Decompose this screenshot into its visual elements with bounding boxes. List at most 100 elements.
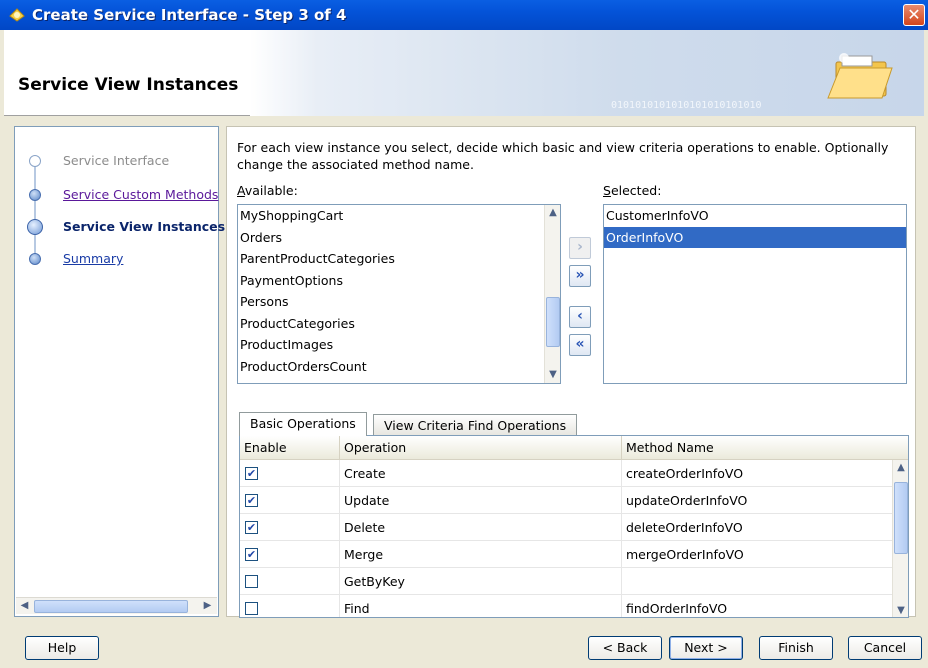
step-service-custom-methods[interactable]: Service Custom Methods (27, 185, 219, 205)
wizard-banner: Service View Instances 01010101010101010… (4, 30, 924, 116)
scroll-right-icon[interactable]: ▶ (200, 599, 215, 614)
list-item[interactable]: Persons (238, 291, 560, 313)
method-name-cell[interactable]: updateOrderInfoVO (622, 487, 894, 514)
step-label: Summary (63, 251, 124, 266)
operation-cell: Create (340, 460, 622, 487)
method-name-cell[interactable]: findOrderInfoVO (622, 595, 894, 617)
method-name-cell[interactable] (622, 568, 894, 595)
method-name-cell[interactable]: mergeOrderInfoVO (622, 541, 894, 568)
method-name-cell[interactable]: deleteOrderInfoVO (622, 514, 894, 541)
checkbox-unchecked[interactable] (245, 575, 258, 588)
selected-list[interactable]: CustomerInfoVO OrderInfoVO (603, 204, 907, 384)
scroll-thumb[interactable] (546, 297, 560, 347)
list-item[interactable]: ProductOrdersCount (238, 356, 560, 378)
table-scrollbar[interactable]: ▲ ▼ (892, 460, 908, 617)
method-name-cell[interactable]: createOrderInfoVO (622, 460, 894, 487)
checkbox-checked[interactable]: ✔ (245, 494, 258, 507)
wizard-content: Service Interface Service Custom Methods… (4, 116, 924, 625)
column-header-enable[interactable]: Enable (240, 436, 340, 460)
table-row[interactable]: ✔ Update updateOrderInfoVO (240, 487, 894, 514)
enable-cell (240, 595, 340, 617)
finish-button[interactable]: Finish (759, 636, 833, 660)
add-button[interactable]: › (569, 237, 591, 259)
list-item[interactable]: MyShoppingCart (238, 205, 560, 227)
scroll-up-icon[interactable]: ▲ (545, 205, 560, 221)
operation-cell: GetByKey (340, 568, 622, 595)
step-label: Service Custom Methods (63, 187, 219, 202)
close-icon: ✕ (907, 5, 921, 24)
list-item[interactable]: OrderInfoVO (604, 226, 906, 248)
available-list-scrollbar[interactable]: ▲ ▼ (544, 205, 560, 383)
checkbox-unchecked[interactable] (245, 602, 258, 615)
step-dot-icon (29, 253, 41, 265)
table-row[interactable]: ✔ Delete deleteOrderInfoVO (240, 514, 894, 541)
list-item[interactable]: ProductCategories (238, 313, 560, 335)
folder-icon (827, 53, 893, 99)
chevron-left-icon: ‹ (577, 308, 583, 324)
scroll-left-icon[interactable]: ◀ (17, 599, 32, 614)
list-item[interactable]: Orders (238, 227, 560, 249)
app-icon (9, 8, 25, 22)
enable-cell: ✔ (240, 541, 340, 568)
operation-cell: Delete (340, 514, 622, 541)
table-header: Enable Operation Method Name (240, 436, 908, 460)
checkbox-checked[interactable]: ✔ (245, 548, 258, 561)
list-item[interactable]: ParentProductCategories (238, 248, 560, 270)
table-row[interactable]: ✔ Create createOrderInfoVO (240, 460, 894, 487)
checkbox-checked[interactable]: ✔ (245, 467, 258, 480)
available-list[interactable]: MyShoppingCart Orders ParentProductCategor… (237, 204, 561, 384)
step-dot-icon (29, 189, 41, 201)
next-button[interactable]: Next > (669, 636, 743, 660)
column-header-method-name[interactable]: Method Name (622, 436, 908, 460)
page-heading: Service View Instances (18, 75, 239, 95)
title-bar: Create Service Interface - Step 3 of 4 ✕ (0, 0, 928, 30)
list-item[interactable]: CustomerInfoVO (604, 205, 906, 227)
main-panel: For each view instance you select, decid… (226, 126, 916, 618)
close-button[interactable]: ✕ (903, 4, 925, 26)
table-row[interactable]: Find findOrderInfoVO (240, 595, 894, 617)
column-header-operation[interactable]: Operation (340, 436, 622, 460)
remove-button[interactable]: ‹ (569, 306, 591, 328)
selected-label: Selected: (603, 183, 662, 198)
operation-cell: Merge (340, 541, 622, 568)
list-item[interactable]: PaymentOptions (238, 270, 560, 292)
steps-horizontal-scrollbar[interactable]: ◀ ▶ (16, 597, 217, 614)
checkbox-checked[interactable]: ✔ (245, 521, 258, 534)
chevron-right-icon: › (577, 239, 583, 255)
description-text: For each view instance you select, decid… (237, 140, 889, 172)
enable-cell: ✔ (240, 460, 340, 487)
operation-cell: Update (340, 487, 622, 514)
scroll-down-icon[interactable]: ▼ (545, 367, 560, 383)
enable-cell: ✔ (240, 514, 340, 541)
step-summary[interactable]: Summary (27, 249, 217, 269)
table-row[interactable]: ✔ Merge mergeOrderInfoVO (240, 541, 894, 568)
step-dot-icon (29, 155, 41, 167)
step-label: Service Interface (63, 153, 170, 168)
enable-cell (240, 568, 340, 595)
add-all-button[interactable]: » (569, 265, 591, 287)
scroll-thumb[interactable] (34, 600, 188, 613)
step-service-view-instances[interactable]: Service View Instances (27, 217, 225, 237)
banner-binary-text: 0101010101010101010101010 (611, 100, 762, 111)
help-button[interactable]: Help (25, 636, 99, 660)
table-row[interactable]: GetByKey (240, 568, 894, 595)
remove-all-button[interactable]: « (569, 334, 591, 356)
scroll-down-icon[interactable]: ▼ (893, 603, 908, 617)
step-service-interface[interactable]: Service Interface (27, 151, 217, 171)
tab-basic-operations[interactable]: Basic Operations (239, 412, 367, 436)
scroll-thumb[interactable] (894, 482, 908, 554)
list-item[interactable]: ProductImages (238, 334, 560, 356)
cancel-button[interactable]: Cancel (848, 636, 922, 660)
available-label: Available: (237, 183, 298, 198)
scroll-up-icon[interactable]: ▲ (893, 460, 908, 476)
double-chevron-left-icon: « (575, 336, 585, 352)
window-title: Create Service Interface - Step 3 of 4 (32, 6, 347, 24)
tab-view-criteria-find-operations[interactable]: View Criteria Find Operations (373, 414, 578, 436)
operation-cell: Find (340, 595, 622, 617)
double-chevron-right-icon: » (575, 267, 585, 283)
steps-panel: Service Interface Service Custom Methods… (14, 126, 225, 617)
enable-cell: ✔ (240, 487, 340, 514)
step-current-icon (27, 219, 43, 235)
step-label: Service View Instances (63, 219, 226, 234)
back-button[interactable]: < Back (588, 636, 662, 660)
